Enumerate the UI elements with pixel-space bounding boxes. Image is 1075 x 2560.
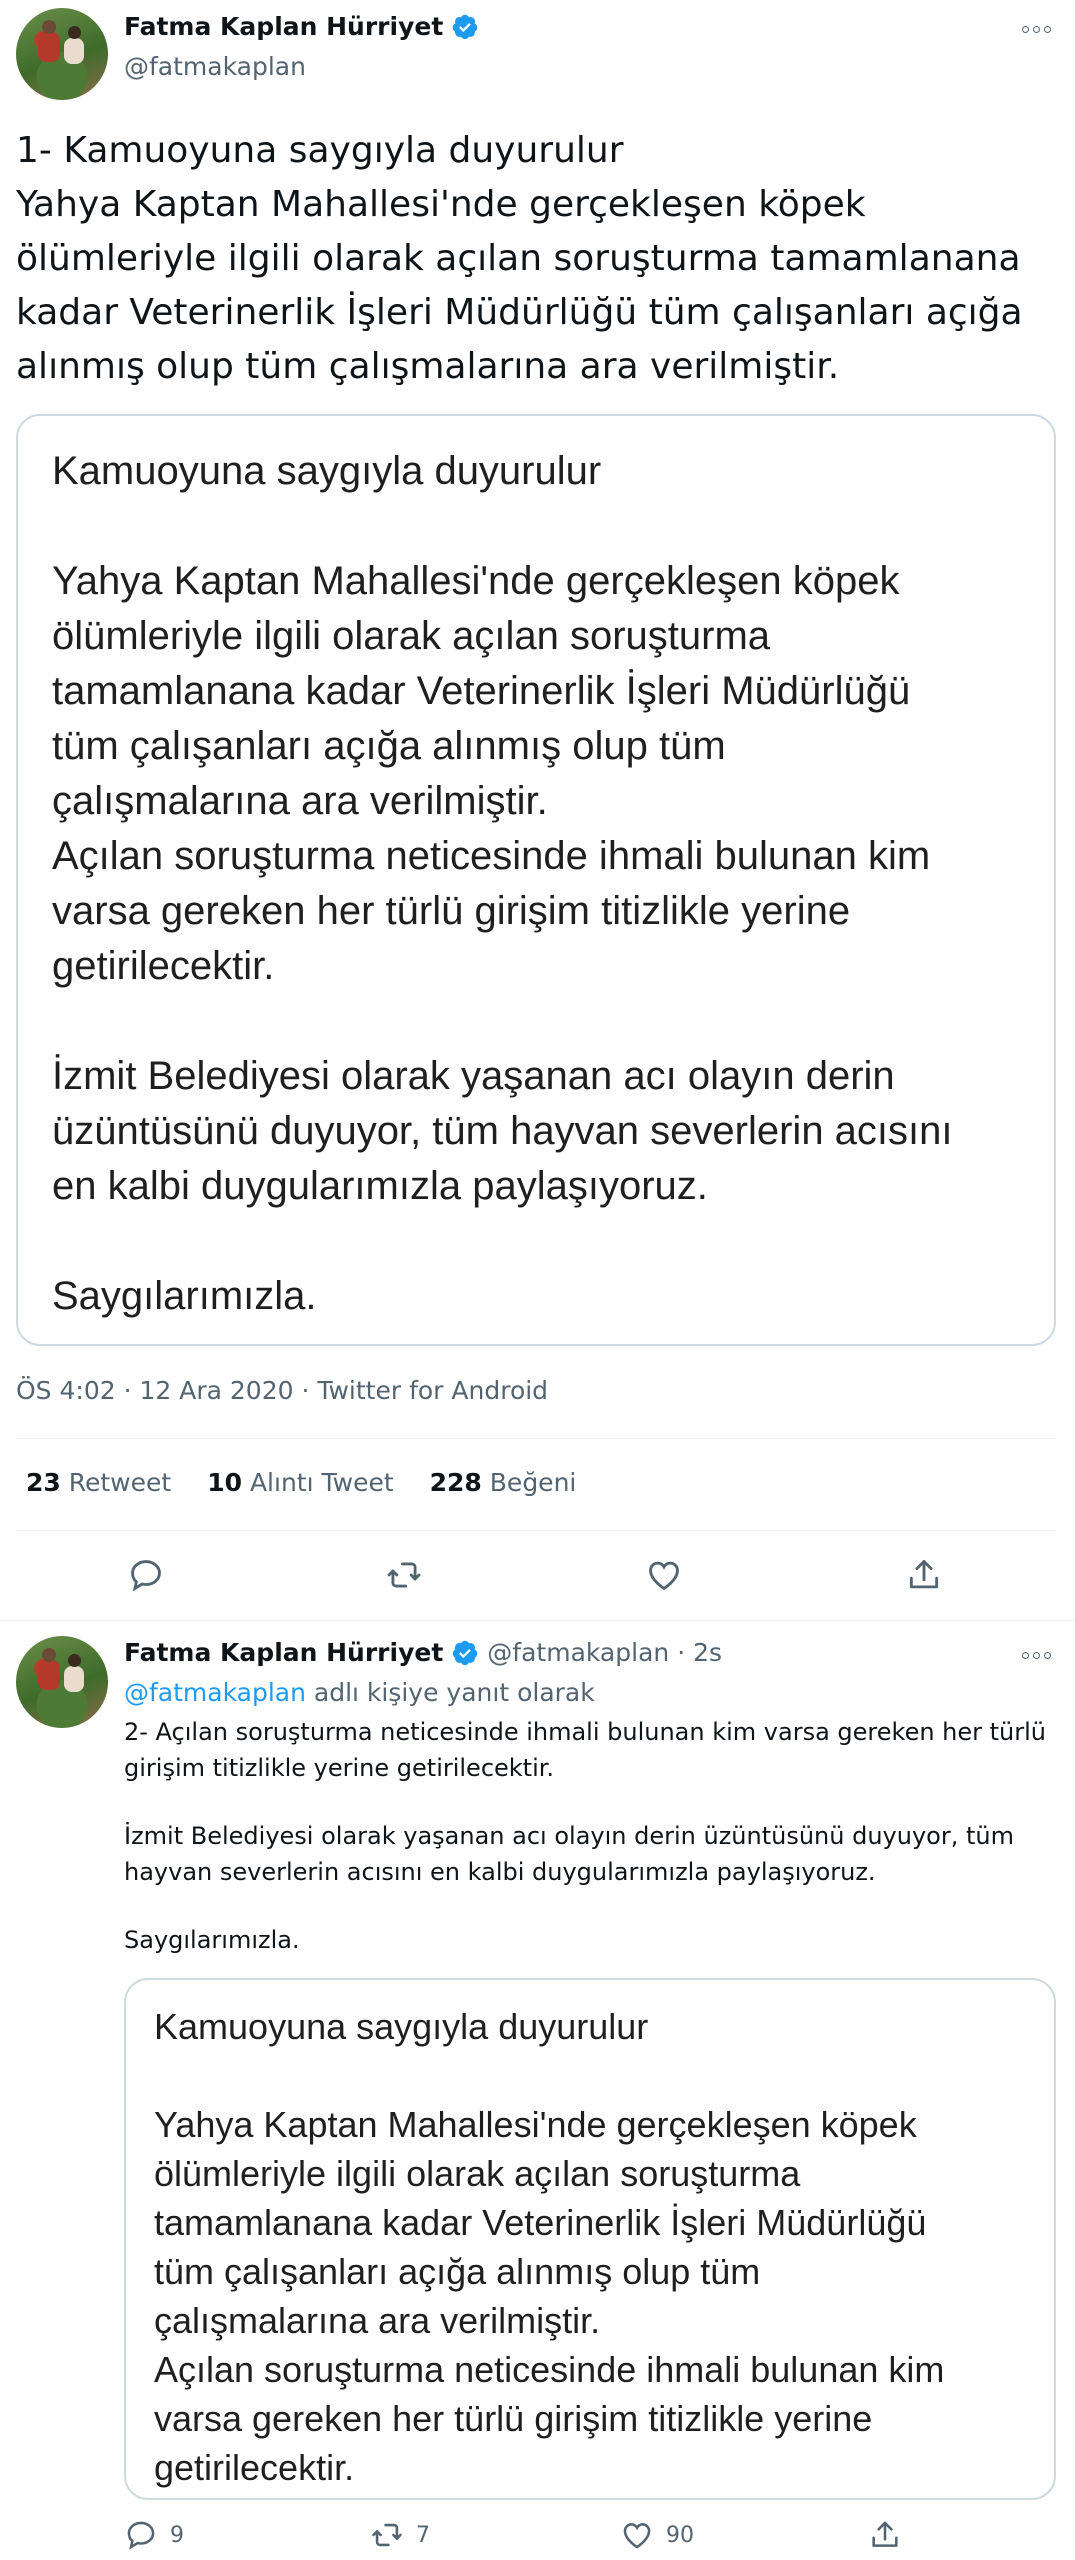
like-stat[interactable]: 228 Beğeni [430, 1468, 577, 1497]
image-text-line: getirilecektir. [154, 2447, 355, 2488]
engagement-stats: 23 Retweet 10 Alıntı Tweet 228 Beğeni [26, 1468, 576, 1497]
author-avatar[interactable] [16, 1636, 108, 1728]
author-name[interactable]: Fatma Kaplan Hürriyet [124, 12, 443, 41]
share-icon [872, 2521, 898, 2547]
verified-badge-icon [453, 1640, 478, 1665]
image-text-line: ölümleriyle ilgili olarak açılan soruştu… [154, 2153, 801, 2194]
author-handle[interactable]: @fatmakaplan [487, 1638, 669, 1667]
tweet-image[interactable]: Kamuoyuna saygıyla duyurulur Yahya Kapta… [124, 1978, 1056, 2500]
tweet-text-line: hayvan severlerin acısını en kalbi duygu… [124, 1858, 876, 1886]
retweet-button[interactable]: 7 [370, 2518, 430, 2552]
image-text-line: Yahya Kaptan Mahallesi'nde gerçekleşen k… [52, 559, 900, 603]
retweet-count: 7 [416, 2522, 430, 2548]
tweet-time[interactable]: · 2s [677, 1638, 722, 1667]
image-text-line: varsa gereken her türlü girişim titizlik… [52, 889, 851, 933]
author-name-row[interactable]: Fatma Kaplan Hürriyet @fatmakaplan · 2s [124, 1638, 722, 1667]
tweet-text-line: Yahya Kaptan Mahallesi'nde gerçekleşen k… [16, 184, 866, 225]
image-text-line: Saygılarımızla. [52, 1274, 317, 1318]
replying-to: @fatmakaplan adlı kişiye yanıt olarak [124, 1678, 595, 1707]
image-text-line: Kamuoyuna saygıyla duyurulur [154, 2006, 649, 2047]
image-text-line: tamamlanana kadar Veterinerlik İşleri Mü… [52, 669, 911, 713]
image-text-line: Açılan soruşturma neticesinde ihmali bul… [52, 834, 931, 878]
image-text-line: tüm çalışanları açığa alınmış olup tüm [52, 724, 726, 768]
image-text-line: çalışmalarına ara verilmiştir. [154, 2300, 601, 2341]
image-text-line: Yahya Kaptan Mahallesi'nde gerçekleşen k… [154, 2104, 917, 2145]
image-text-line: en kalbi duygularımızla paylaşıyoruz. [52, 1164, 708, 1208]
retweet-icon [372, 2523, 402, 2547]
author-avatar[interactable] [16, 8, 108, 100]
reply-icon[interactable] [127, 1556, 165, 1598]
like-button[interactable]: 90 [620, 2518, 694, 2552]
tweet-timestamp[interactable]: ÖS 4:02 · 12 Ara 2020 · Twitter for Andr… [16, 1376, 548, 1405]
tweet-text-line: alınmış olup tüm çalışmalarına ara veril… [16, 346, 840, 387]
tweet-text-line: girişim titizlikle yerine getirilecektir… [124, 1754, 555, 1782]
retweet-stat[interactable]: 23 Retweet [26, 1468, 171, 1497]
like-count: 90 [666, 2522, 694, 2548]
image-text-line: çalışmalarına ara verilmiştir. [52, 779, 548, 823]
share-button[interactable] [868, 2518, 902, 2552]
tweet-text-line: İzmit Belediyesi olarak yaşanan acı olay… [124, 1822, 1014, 1850]
tweet-separator [0, 1620, 1075, 1621]
divider [16, 1438, 1056, 1439]
verified-badge-icon [453, 14, 478, 39]
tweet-text-line: 2- Açılan soruşturma neticesinde ihmali … [124, 1718, 1047, 1746]
reply-count: 9 [170, 2522, 184, 2548]
divider [16, 1530, 1056, 1531]
author-name-row[interactable]: Fatma Kaplan Hürriyet [124, 12, 479, 41]
more-options-icon[interactable] [1022, 26, 1051, 33]
image-text-line: İzmit Belediyesi olarak yaşanan acı olay… [52, 1054, 895, 1098]
tweet-text-line: Saygılarımızla. [124, 1926, 300, 1954]
quote-stat[interactable]: 10 Alıntı Tweet [207, 1468, 393, 1497]
tweet-text-line: ölümleriyle ilgili olarak açılan soruştu… [16, 238, 1021, 279]
like-icon [623, 2523, 651, 2549]
image-text-line: Kamuoyuna saygıyla duyurulur [52, 449, 602, 493]
image-text-line: tamamlanana kadar Veterinerlik İşleri Mü… [154, 2202, 927, 2243]
tweet-text: 1- Kamuoyuna saygıyla duyurulur Yahya Ka… [16, 124, 1066, 394]
author-name[interactable]: Fatma Kaplan Hürriyet [124, 1638, 443, 1667]
reply-button[interactable]: 9 [124, 2518, 184, 2552]
tweet-text-line: kadar Veterinerlik İşleri Müdürlüğü tüm … [16, 292, 1023, 333]
author-handle[interactable]: @fatmakaplan [124, 52, 306, 81]
image-text-line: üzüntüsünü duyuyor, tüm hayvan severleri… [52, 1109, 953, 1153]
share-icon[interactable] [905, 1556, 943, 1598]
tweet-image[interactable]: Kamuoyuna saygıyla duyurulur Yahya Kapta… [16, 414, 1056, 1346]
more-options-icon[interactable] [1022, 1652, 1051, 1659]
tweet-text: 2- Açılan soruşturma neticesinde ihmali … [124, 1714, 1064, 1958]
like-icon[interactable] [645, 1556, 683, 1598]
image-text-line: ölümleriyle ilgili olarak açılan soruştu… [52, 614, 771, 658]
reply-icon [127, 2521, 155, 2550]
image-text-line: getirilecektir. [52, 944, 275, 988]
image-text-line: varsa gereken her türlü girişim titizlik… [154, 2398, 873, 2439]
image-text-line: tüm çalışanları açığa alınmış olup tüm [154, 2251, 761, 2292]
image-text-line: Açılan soruşturma neticesinde ihmali bul… [154, 2349, 945, 2390]
tweet-text-line: 1- Kamuoyuna saygıyla duyurulur [16, 130, 624, 171]
replying-to-link[interactable]: @fatmakaplan [124, 1678, 306, 1707]
retweet-icon[interactable] [385, 1556, 423, 1598]
